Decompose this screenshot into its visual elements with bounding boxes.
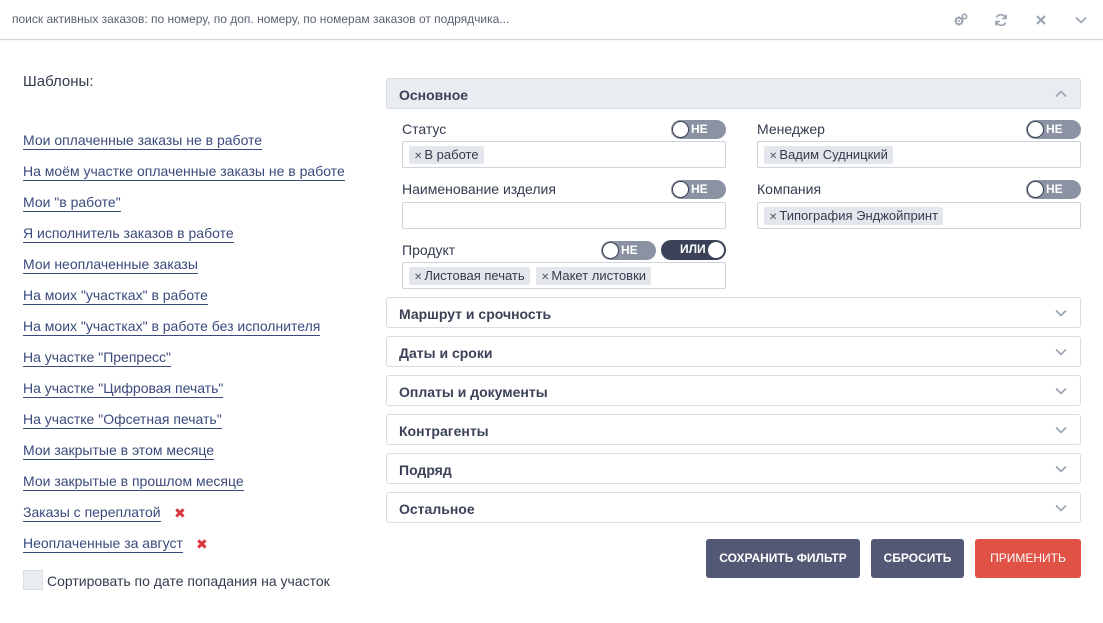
section-route-header[interactable]: Маршрут и срочность	[386, 297, 1081, 328]
template-link[interactable]: На моих "участках" в работе	[23, 287, 208, 305]
close-icon[interactable]	[1031, 10, 1051, 30]
section-dates-header[interactable]: Даты и сроки	[386, 336, 1081, 367]
templates-title: Шаблоны:	[23, 73, 94, 90]
template-link[interactable]: Мои неоплаченные заказы	[23, 256, 198, 274]
template-link[interactable]: На участке "Цифровая печать"	[23, 380, 224, 398]
manager-field[interactable]: ✕ Вадим Судницкий	[757, 141, 1081, 168]
sort-checkbox[interactable]	[23, 570, 43, 590]
template-link[interactable]: Я исполнитель заказов в работе	[23, 225, 234, 243]
delete-template-icon[interactable]: ✖	[174, 505, 186, 522]
toggle-knob	[602, 242, 619, 259]
product-or-toggle[interactable]: ИЛИ	[661, 240, 726, 260]
tag-label: Вадим Судницкий	[779, 147, 888, 162]
toggle-label: НЕ	[621, 243, 638, 257]
template-link[interactable]: На участке "Офсетная печать"	[23, 411, 222, 429]
tag-label: Типография Энджойпринт	[779, 208, 939, 223]
chevron-down-icon	[1055, 348, 1067, 356]
remove-tag-icon[interactable]: ✕	[541, 272, 549, 283]
toggle-knob	[672, 121, 689, 138]
product-not-toggle[interactable]: НЕ	[601, 241, 656, 260]
status-not-toggle[interactable]: НЕ	[671, 120, 726, 139]
gears-icon[interactable]	[951, 10, 971, 30]
company-tag[interactable]: ✕ Типография Энджойпринт	[764, 207, 944, 225]
section-title: Даты и сроки	[399, 345, 493, 361]
section-contractors-header[interactable]: Контрагенты	[386, 414, 1081, 445]
section-title: Подряд	[399, 462, 452, 478]
template-link[interactable]: Мои закрытые в этом месяце	[23, 442, 215, 460]
toggle-label: ИЛИ	[680, 242, 706, 256]
toggle-knob	[707, 241, 725, 259]
tag-label: Листовая печать	[424, 268, 525, 283]
status-tag[interactable]: ✕ В работе	[409, 146, 484, 164]
manager-label: Менеджер	[757, 121, 825, 137]
status-label: Статус	[402, 121, 447, 137]
manager-tag[interactable]: ✕ Вадим Судницкий	[764, 146, 893, 164]
product-tag[interactable]: ✕ Макет листовки	[536, 267, 652, 285]
toggle-knob	[1027, 181, 1044, 198]
search-bar[interactable]: поиск активных заказов: по номеру, по до…	[0, 0, 1103, 40]
chevron-up-icon	[1055, 90, 1067, 98]
template-link[interactable]: На моих "участках" в работе без исполнит…	[23, 318, 321, 336]
toggle-label: НЕ	[1046, 122, 1063, 136]
delete-template-icon[interactable]: ✖	[196, 536, 208, 553]
apply-button[interactable]: ПРИМЕНИТЬ	[975, 539, 1081, 578]
product-name-label: Наименование изделия	[402, 181, 556, 197]
chevron-down-icon	[1055, 465, 1067, 473]
section-main-header[interactable]: Основное	[386, 78, 1081, 109]
section-payments-header[interactable]: Оплаты и документы	[386, 375, 1081, 406]
reset-button[interactable]: СБРОСИТЬ	[871, 539, 964, 578]
search-input[interactable]: поиск активных заказов: по номеру, по до…	[12, 12, 509, 26]
product-label: Продукт	[402, 242, 456, 258]
template-link[interactable]: Мои оплаченные заказы не в работе	[23, 132, 263, 150]
tag-label: В работе	[424, 147, 479, 162]
refresh-icon[interactable]	[991, 10, 1011, 30]
section-subcontract-header[interactable]: Подряд	[386, 453, 1081, 484]
chevron-down-icon	[1055, 504, 1067, 512]
company-label: Компания	[757, 181, 822, 197]
toggle-label: НЕ	[691, 182, 708, 196]
section-title: Маршрут и срочность	[399, 306, 552, 322]
remove-tag-icon[interactable]: ✕	[414, 272, 422, 283]
company-field[interactable]: ✕ Типография Энджойпринт	[757, 202, 1081, 229]
chevron-down-icon[interactable]	[1071, 10, 1091, 30]
template-link[interactable]: Мои "в работе"	[23, 194, 121, 212]
section-title: Остальное	[399, 501, 475, 517]
toggle-label: НЕ	[691, 122, 708, 136]
toggle-label: НЕ	[1046, 182, 1063, 196]
template-link[interactable]: Неоплаченные за август	[23, 535, 183, 553]
tag-label: Макет листовки	[551, 268, 647, 283]
search-tools	[951, 10, 1091, 30]
remove-tag-icon[interactable]: ✕	[769, 212, 777, 223]
remove-tag-icon[interactable]: ✕	[414, 151, 422, 162]
section-title: Контрагенты	[399, 423, 489, 439]
chevron-down-icon	[1055, 387, 1067, 395]
chevron-down-icon	[1055, 426, 1067, 434]
toggle-knob	[672, 181, 689, 198]
section-title: Основное	[399, 87, 469, 103]
section-other-header[interactable]: Остальное	[386, 492, 1081, 523]
product-name-not-toggle[interactable]: НЕ	[671, 180, 726, 199]
template-link[interactable]: На моём участке оплаченные заказы не в р…	[23, 163, 345, 181]
toggle-knob	[1027, 121, 1044, 138]
status-field[interactable]: ✕ В работе	[402, 141, 726, 168]
sort-checkbox-label: Сортировать по дате попадания на участок	[47, 573, 330, 589]
template-link[interactable]: Мои закрытые в прошлом месяце	[23, 473, 244, 491]
product-tag[interactable]: ✕ Листовая печать	[409, 267, 530, 285]
remove-tag-icon[interactable]: ✕	[769, 151, 777, 162]
chevron-down-icon	[1055, 309, 1067, 317]
section-title: Оплаты и документы	[399, 384, 548, 400]
company-not-toggle[interactable]: НЕ	[1026, 180, 1081, 199]
template-link[interactable]: Заказы с переплатой	[23, 504, 161, 522]
product-name-input[interactable]	[402, 202, 726, 229]
product-field[interactable]: ✕ Листовая печать ✕ Макет листовки	[402, 262, 726, 289]
template-link[interactable]: На участке "Препресс"	[23, 349, 171, 367]
save-filter-button[interactable]: СОХРАНИТЬ ФИЛЬТР	[706, 539, 860, 578]
manager-not-toggle[interactable]: НЕ	[1026, 120, 1081, 139]
